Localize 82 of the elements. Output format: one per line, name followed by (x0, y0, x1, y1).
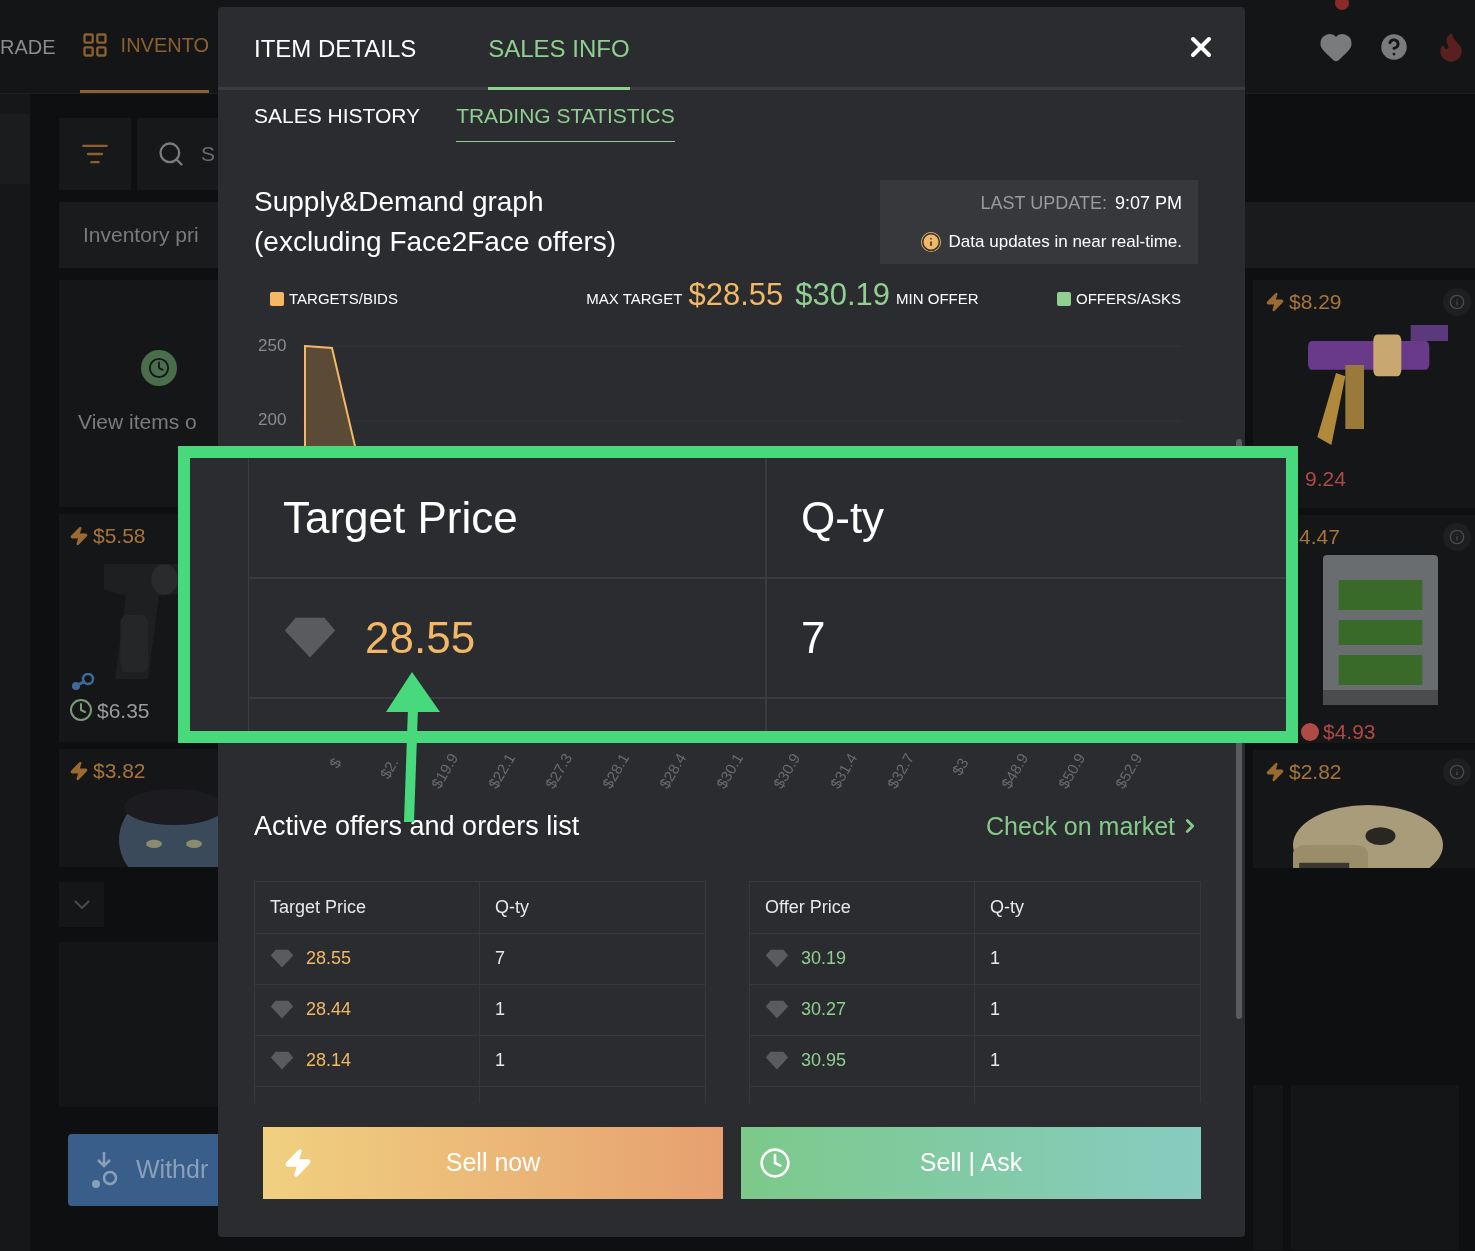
grid-icon (80, 31, 109, 59)
inventory-bar-text: Inventory pri (83, 222, 199, 249)
legend-label: OFFERS/ASKS (1075, 288, 1181, 309)
quantity-cell-text: 1 (990, 947, 1000, 970)
info-icon[interactable] (1443, 287, 1471, 316)
search-icon (157, 140, 185, 168)
gem-icon (765, 1050, 789, 1071)
price-cell-text: 28.14 (306, 1049, 352, 1072)
graph-subtitle: (excluding Face2Face offers) (254, 225, 617, 259)
dialog-tab[interactable]: SALES INFO (488, 10, 630, 90)
quantity-cell-text: 1 (495, 1049, 505, 1072)
nav-tab[interactable]: INVENTO (79, 0, 210, 93)
dialog-tab[interactable]: ITEM DETAILS (254, 10, 417, 90)
gem-icon (765, 948, 789, 969)
quantity-cell-text: 7 (495, 947, 505, 970)
legend-swatch (270, 291, 284, 306)
price-cell-text: 30.95 (801, 1049, 847, 1072)
legend-swatch (1056, 291, 1071, 306)
max-target-price: $28.55 (688, 278, 784, 312)
steam-icon (69, 672, 95, 691)
y-axis-label: 250 (258, 336, 287, 356)
column-header: Q-ty (801, 491, 885, 544)
listing-price: $6.35 (97, 697, 150, 724)
info-icon[interactable] (1443, 757, 1471, 786)
price-cell-text: 28.55 (306, 947, 352, 970)
instant-price: $3.82 (93, 758, 146, 784)
gem-icon (270, 999, 294, 1020)
bolt-icon (69, 525, 89, 546)
bolt-icon (283, 1147, 313, 1178)
expand-button[interactable] (59, 882, 104, 927)
column-header: Target Price (283, 491, 518, 544)
clock-icon (141, 349, 177, 386)
graph-title: Supply&Demand graph (254, 185, 545, 219)
listing-price: $4.93 (1323, 721, 1376, 743)
gem-icon (270, 948, 294, 969)
info-icon (920, 231, 941, 252)
price-cell-text: 30.27 (801, 998, 847, 1021)
min-offer-label: MIN OFFER (896, 288, 979, 309)
update-note: Data updates in near real-time. (948, 230, 1182, 253)
price-cell-text: 30.19 (801, 947, 847, 970)
update-time: 9:07 PM (1114, 191, 1182, 215)
column-header: Offer Price (765, 895, 851, 919)
info-icon[interactable] (1443, 522, 1471, 551)
gem-icon (283, 616, 337, 660)
bolt-icon (1265, 761, 1285, 782)
check-market-link[interactable]: Check on market (986, 807, 1201, 845)
instant-price: $2.82 (1289, 759, 1342, 785)
chevron-down-icon (73, 900, 90, 909)
price-cell-text: 28.55 (365, 612, 476, 664)
x-axis-label: $3 (947, 754, 973, 780)
filter-button[interactable] (59, 118, 131, 190)
quantity-cell-text: 1 (990, 998, 1000, 1021)
quantity-cell-text: 1 (990, 1049, 1000, 1072)
gem-icon (765, 999, 789, 1020)
listing-price: 9.24 (1304, 465, 1346, 492)
column-header: Q-ty (495, 895, 529, 919)
bolt-icon (1265, 291, 1285, 312)
column-header: Q-ty (990, 895, 1024, 919)
x-axis-label: $ (324, 754, 346, 773)
price-cell-text: 28.44 (306, 998, 352, 1021)
min-offer-price: $30.19 (795, 278, 891, 312)
subtab[interactable]: SALES HISTORY (254, 90, 421, 142)
update-label: LAST UPDATE: (980, 191, 1107, 215)
status-icon (1301, 723, 1319, 741)
card-text: View items o (77, 408, 197, 435)
nav-tab[interactable]: RADE (0, 0, 80, 93)
bolt-icon (69, 760, 89, 781)
quantity-cell-text: 7 (801, 612, 826, 664)
column-header: Target Price (270, 895, 367, 919)
item-card[interactable]: $8.29 9.24 (1253, 280, 1475, 508)
x-axis-label: $2. (375, 754, 403, 784)
max-target-label: MAX TARGET (586, 288, 683, 309)
legend-label: TARGETS/BIDS (289, 288, 398, 309)
quantity-cell-text: 1 (495, 998, 505, 1021)
y-axis-label: 200 (258, 410, 287, 430)
subtab[interactable]: TRADING STATISTICS (456, 90, 675, 142)
clock-icon (759, 1146, 791, 1179)
instant-price: 4.47 (1298, 524, 1340, 550)
instant-price: $8.29 (1289, 289, 1342, 315)
item-card[interactable]: $2.82 (1253, 750, 1475, 868)
gem-icon (270, 1050, 294, 1071)
instant-price: $5.58 (93, 523, 146, 549)
